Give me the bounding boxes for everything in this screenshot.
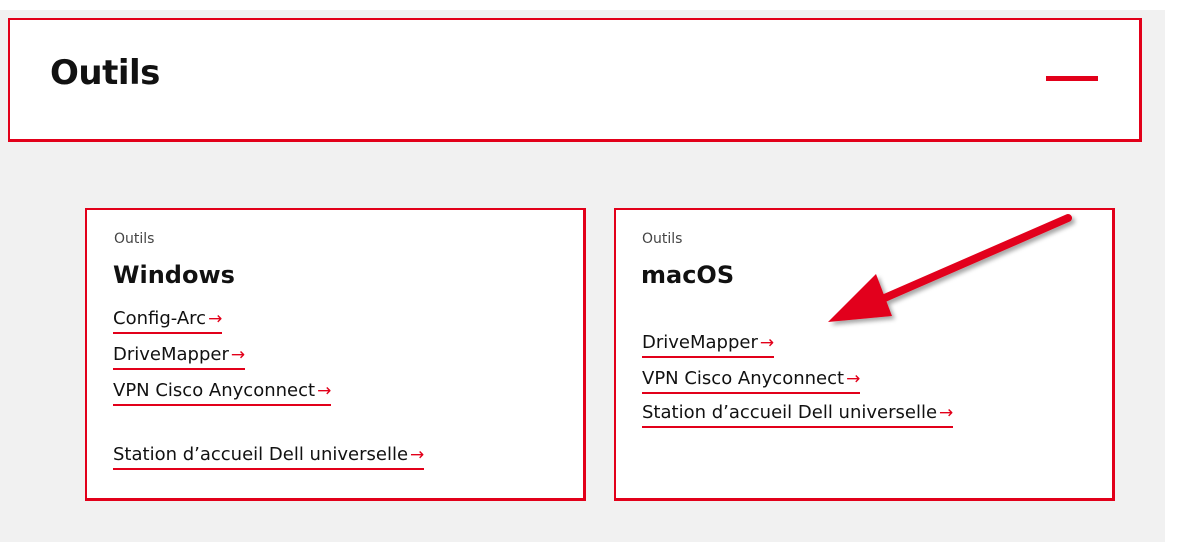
red-arrow-annotation [828, 214, 1072, 322]
